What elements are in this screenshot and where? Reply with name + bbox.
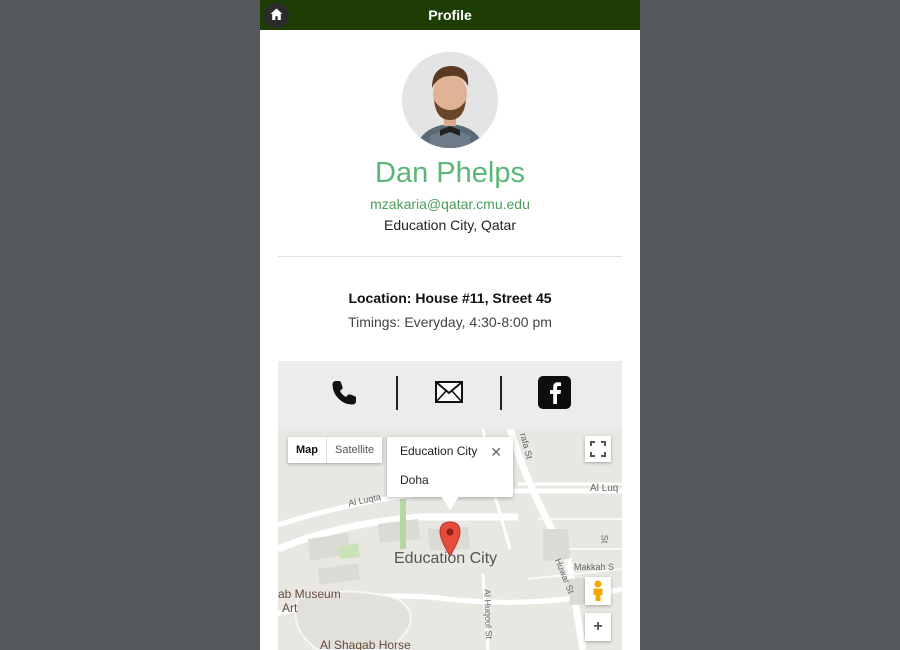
- map-view[interactable]: Map Satellite Education City ✕ Doha Educ…: [278, 429, 622, 650]
- profile-name: Dan Phelps: [375, 157, 525, 189]
- street-view-button[interactable]: [585, 577, 611, 605]
- map-type-control: Map Satellite: [288, 437, 383, 463]
- fullscreen-button[interactable]: [585, 436, 611, 462]
- facebook-icon[interactable]: [538, 376, 571, 409]
- map-label-al-huqoul: Al Huqoul St: [482, 588, 494, 640]
- close-icon[interactable]: ✕: [490, 444, 502, 461]
- contact-bar: [278, 361, 622, 429]
- timings-text: Timings: Everyday, 4:30-8:00 pm: [348, 314, 552, 330]
- profile-city: Education City, Qatar: [383, 217, 517, 233]
- fullscreen-icon: [590, 441, 606, 457]
- location-text: Location: House #11, Street 45: [348, 290, 552, 306]
- mail-icon[interactable]: [435, 381, 463, 403]
- zoom-in-button[interactable]: +: [585, 613, 611, 641]
- map-label-art: Art: [282, 601, 298, 615]
- map-label-street: St: [599, 534, 610, 544]
- map-label-museum: ab Museum: [278, 587, 341, 601]
- page-title: Profile: [428, 7, 472, 23]
- map-type-map[interactable]: Map: [288, 437, 326, 463]
- separator: [500, 376, 502, 410]
- map-type-satellite[interactable]: Satellite: [326, 437, 382, 463]
- avatar: [402, 52, 498, 148]
- map-label-education-city: Education City: [394, 550, 498, 567]
- info-window-tail: [441, 496, 459, 510]
- map-label-al-luqta-right: Al Luq: [590, 483, 619, 494]
- map-info-window: Education City ✕ Doha: [387, 437, 513, 497]
- header-bar: Profile: [260, 0, 640, 30]
- map-label-horse: Al Shaqab Horse: [320, 638, 411, 650]
- profile-screen: Profile Dan Phelps mzakaria@qatar.cmu.ed…: [260, 0, 640, 650]
- info-window-title: Education City: [400, 444, 478, 458]
- pegman-icon: [593, 580, 603, 601]
- info-window-subtitle: Doha: [400, 473, 429, 487]
- phone-icon[interactable]: [330, 379, 358, 407]
- separator: [396, 376, 398, 410]
- map-label-makkah: Makkah S: [574, 562, 615, 572]
- divider: [278, 256, 622, 257]
- profile-email[interactable]: mzakaria@qatar.cmu.edu: [260, 194, 640, 214]
